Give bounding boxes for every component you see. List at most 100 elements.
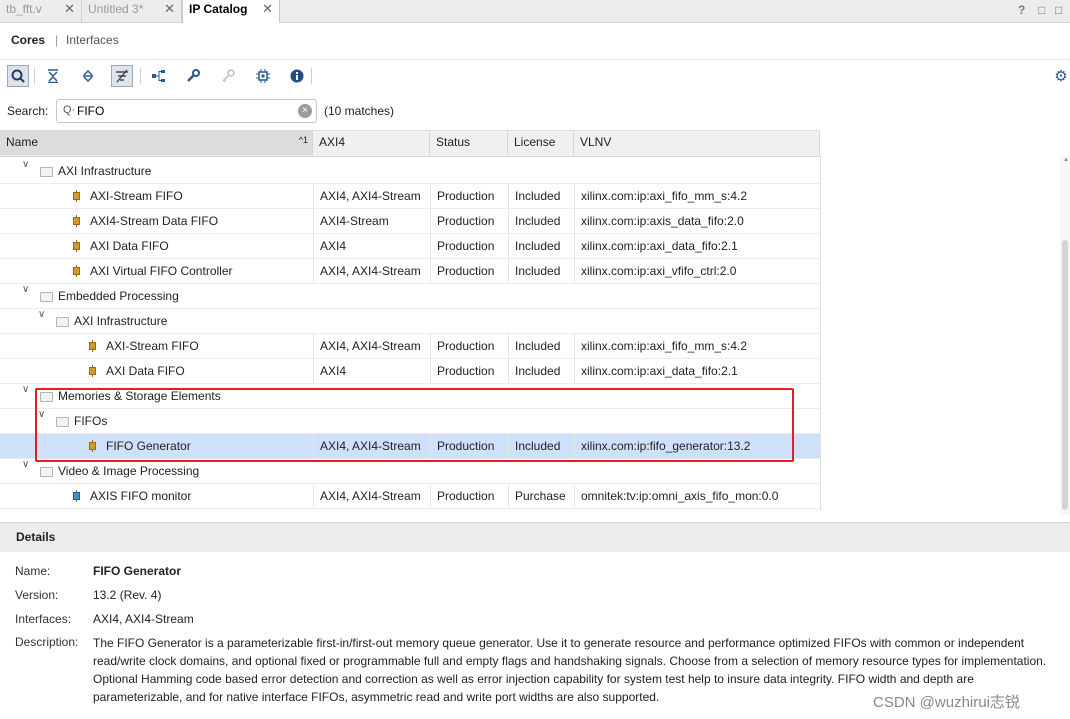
column-header-license[interactable]: License [508, 130, 574, 155]
row-name: AXI Data FIFO [106, 364, 185, 378]
sort-ascending-icon: ^1 [298, 135, 308, 145]
row-status: Production [437, 339, 495, 353]
gear-icon[interactable]: ⚙ [1050, 65, 1070, 87]
row-divider [0, 508, 820, 509]
subtab-interfaces[interactable]: Interfaces [66, 33, 119, 47]
row-axi4: AXI4 [320, 239, 347, 253]
row-vlnv: xilinx.com:ip:axi_vfifo_ctrl:2.0 [581, 264, 737, 278]
tab-label: tb_fft.v [6, 2, 42, 16]
ip-core-icon [72, 190, 81, 202]
table-row[interactable]: AXI-Stream FIFO AXI4, AXI4-Stream Producti… [0, 184, 820, 209]
table-row[interactable]: AXIS FIFO monitor AXI4, AXI4-Stream Produc… [0, 484, 820, 509]
category-row[interactable]: ∨ AXI Infrastructure [0, 159, 820, 184]
column-divider [508, 184, 509, 209]
ip-core-icon-body [89, 367, 96, 375]
column-divider [313, 184, 314, 209]
info-icon[interactable] [286, 65, 308, 87]
chevron-down-icon[interactable]: ∨ [22, 459, 29, 470]
row-name: AXI Data FIFO [90, 239, 169, 253]
row-vlnv: xilinx.com:ip:axis_data_fifo:2.0 [581, 214, 744, 228]
search-field[interactable]: Q· × [56, 99, 317, 123]
column-label: License [514, 135, 556, 149]
ip-core-icon [88, 365, 97, 377]
category-row[interactable]: ∨ Video & Image Processing [0, 459, 820, 484]
column-divider [430, 359, 431, 384]
clear-search-icon[interactable]: × [298, 104, 312, 118]
highlight-box [35, 388, 794, 462]
ip-core-icon [72, 265, 81, 277]
subtab-separator: | [55, 33, 59, 47]
close-icon[interactable]: ✕ [164, 0, 175, 18]
toolbar-separator [311, 68, 312, 84]
column-divider [430, 334, 431, 359]
column-label: Name [6, 135, 39, 149]
folder-icon [56, 317, 69, 327]
expand-all-icon[interactable] [77, 65, 99, 87]
tab-ip-catalog[interactable]: IP Catalog ✕ [182, 0, 280, 23]
row-axi4: AXI4-Stream [320, 214, 389, 228]
ip-core-icon-pin [92, 350, 93, 352]
tab-untitled-3[interactable]: Untitled 3* ✕ [82, 0, 182, 22]
column-header-name[interactable]: Name ^1 [0, 130, 313, 155]
row-status: Production [437, 364, 495, 378]
row-axi4: AXI4, AXI4-Stream [320, 339, 421, 353]
ip-core-icon [72, 240, 81, 252]
close-icon[interactable]: ✕ [262, 0, 273, 18]
table-row[interactable]: AXI Data FIFO AXI4 Production Included xilin… [0, 234, 820, 259]
column-header-vlnv[interactable]: VLNV [574, 130, 820, 155]
column-header-axi4[interactable]: AXI4 [313, 130, 430, 155]
table-right-border [820, 155, 821, 510]
table-row[interactable]: AXI-Stream FIFO AXI4, AXI4-Stream Producti… [0, 334, 820, 359]
row-axi4: AXI4 [320, 364, 347, 378]
category-row[interactable]: ∨ Embedded Processing [0, 284, 820, 309]
ip-core-icon-pin [76, 250, 77, 252]
close-icon[interactable]: ✕ [64, 0, 75, 18]
folder-icon [40, 467, 53, 477]
row-name: Video & Image Processing [58, 464, 200, 478]
tab-tb-fft[interactable]: tb_fft.v ✕ [0, 0, 82, 22]
search-icon[interactable] [7, 65, 29, 87]
subtab-cores[interactable]: Cores [11, 33, 45, 47]
table-row[interactable]: AXI Data FIFO AXI4 Production Included xilin… [0, 359, 820, 384]
search-label: Search: [7, 104, 49, 118]
column-divider [574, 359, 575, 384]
row-name: AXI Infrastructure [58, 164, 152, 178]
chevron-down-icon[interactable]: ∨ [22, 384, 29, 395]
row-name: AXIS FIFO monitor [90, 489, 192, 503]
column-divider [574, 259, 575, 284]
row-vlnv: xilinx.com:ip:axi_data_fifo:2.1 [581, 239, 738, 253]
help-icon[interactable]: ? [1018, 3, 1025, 17]
ip-core-icon-body [73, 492, 80, 500]
ip-core-icon [88, 340, 97, 352]
details-title: Details [16, 530, 56, 544]
filter-icon[interactable] [111, 65, 133, 87]
column-divider [574, 209, 575, 234]
column-header-status[interactable]: Status [430, 130, 508, 155]
scroll-up-icon[interactable]: ▲ [1063, 157, 1069, 163]
hierarchy-icon[interactable] [148, 65, 170, 87]
detail-version-value: 13.2 (Rev. 4) [93, 588, 162, 602]
maximize-icon[interactable]: □ [1055, 3, 1062, 17]
row-status: Production [437, 189, 495, 203]
row-status: Production [437, 239, 495, 253]
toolbar-separator [34, 68, 35, 84]
restore-icon[interactable]: □ [1038, 3, 1045, 17]
detail-name-label: Name: [15, 564, 51, 578]
chevron-down-icon[interactable]: ∨ [38, 309, 45, 320]
row-license: Included [515, 189, 561, 203]
ip-core-icon-pin [76, 275, 77, 277]
category-row[interactable]: ∨ AXI Infrastructure [0, 309, 820, 334]
toolbar-separator [140, 68, 141, 84]
chip-icon[interactable] [252, 65, 274, 87]
search-input[interactable] [77, 103, 287, 119]
row-vlnv: omnitek:tv:ip:omni_axis_fifo_mon:0.0 [581, 489, 779, 503]
table-row[interactable]: AXI4-Stream Data FIFO AXI4-Stream Producti… [0, 209, 820, 234]
chevron-down-icon[interactable]: ∨ [22, 159, 29, 170]
column-divider [430, 209, 431, 234]
collapse-all-icon[interactable] [42, 65, 64, 87]
row-license: Included [515, 264, 561, 278]
wrench-icon[interactable] [182, 65, 204, 87]
scrollbar-thumb[interactable] [1062, 240, 1068, 510]
chevron-down-icon[interactable]: ∨ [22, 284, 29, 295]
table-row[interactable]: AXI Virtual FIFO Controller AXI4, AXI4-St… [0, 259, 820, 284]
